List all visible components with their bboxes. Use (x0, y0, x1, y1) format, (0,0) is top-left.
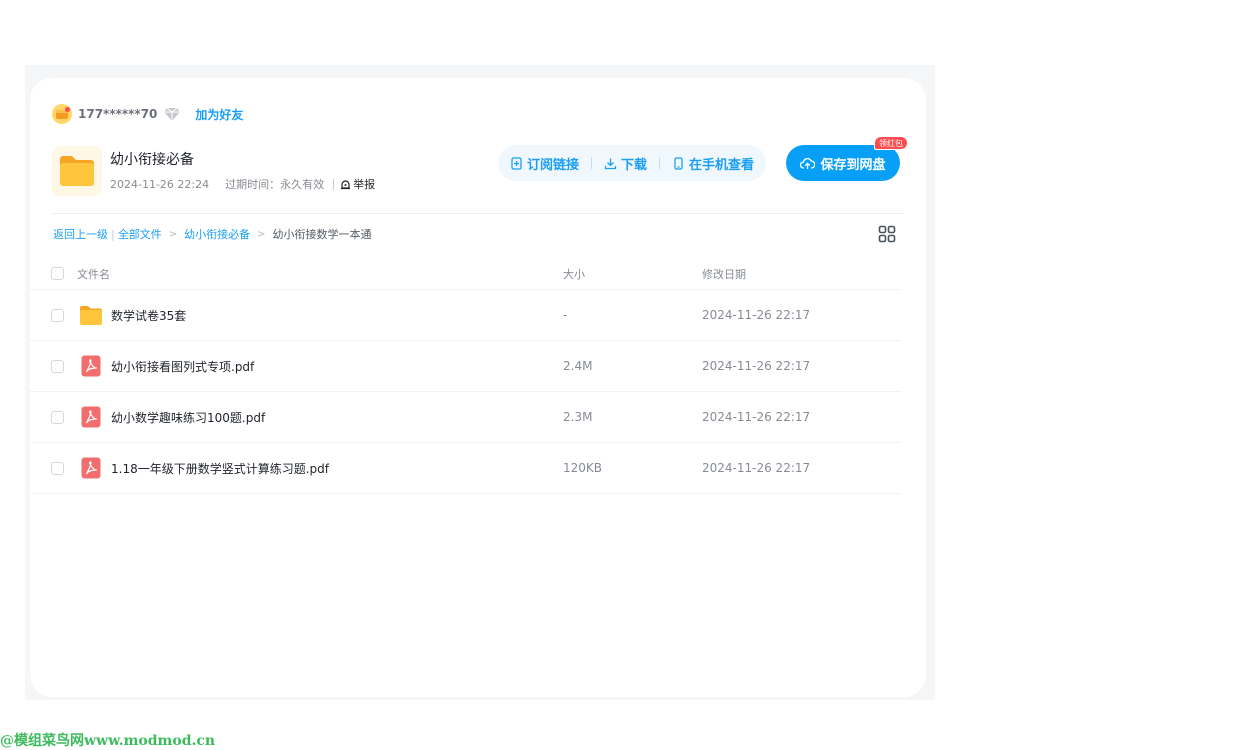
file-date: 2024-11-26 22:17 (702, 461, 811, 475)
alarm-icon (340, 179, 351, 190)
grid-view-icon[interactable] (878, 225, 896, 243)
file-date: 2024-11-26 22:17 (702, 410, 811, 424)
row-checkbox[interactable] (51, 410, 64, 424)
row-name-cell: 1.18一年级下册数学竖式计算练习题.pdf (77, 456, 563, 480)
row-check-cell (30, 359, 77, 373)
table-row[interactable]: 幼小数学趣味练习100题.pdf 2.3M 2024-11-26 22:17 (30, 392, 901, 443)
header-divider (52, 213, 904, 214)
view-on-phone-button[interactable]: 在手机查看 (672, 154, 754, 173)
chevron-right-icon: > (257, 228, 266, 240)
row-name-cell: 数学试卷35套 (77, 303, 563, 327)
row-checkbox[interactable] (51, 359, 64, 373)
subscribe-icon (510, 156, 523, 170)
pdf-icon (79, 456, 103, 480)
breadcrumb-current: 幼小衔接数学一本通 (272, 228, 372, 241)
file-size: 2.4M (563, 359, 593, 373)
row-name-cell: 幼小数学趣味练习100题.pdf (77, 405, 563, 429)
pdf-icon (79, 354, 103, 378)
table-row[interactable]: 数学试卷35套 - 2024-11-26 22:17 (30, 290, 901, 341)
share-card: 177******70 加为好友 幼小衔接必备 2024-11-26 22:24… (30, 78, 926, 697)
download-button[interactable]: 下载 (604, 154, 647, 173)
table-row[interactable]: 1.18一年级下册数学竖式计算练习题.pdf 120KB 2024-11-26 … (30, 443, 901, 494)
site-watermark: @模组菜鸟网www.modmod.cn (0, 733, 216, 749)
download-icon (604, 157, 617, 170)
share-info: 幼小衔接必备 2024-11-26 22:24 过期时间：永久有效 举报 (110, 150, 375, 192)
action-divider (591, 157, 593, 169)
add-friend-link[interactable]: 加为好友 (195, 106, 243, 123)
red-packet-badge[interactable]: 领红包 (874, 136, 908, 150)
save-to-drive-label: 保存到网盘 (820, 157, 886, 173)
table-header: 文件名 大小 修改日期 (30, 258, 901, 290)
sharer-name: 177******70 (78, 107, 158, 121)
folder-icon (79, 303, 103, 327)
file-size: 2.3M (563, 410, 593, 424)
file-name[interactable]: 1.18一年级下册数学竖式计算练习题.pdf (111, 460, 329, 477)
row-check-cell (30, 461, 77, 475)
file-size: 120KB (563, 461, 603, 475)
file-table: 文件名 大小 修改日期 数学试卷35套 - 2024-11-26 22:17 幼… (30, 258, 901, 494)
select-all-checkbox[interactable] (51, 267, 64, 280)
share-expire: 过期时间：永久有效 (225, 178, 325, 191)
share-title: 幼小衔接必备 (110, 152, 194, 168)
column-header-size[interactable]: 大小 (563, 266, 702, 282)
page-frame: 177******70 加为好友 幼小衔接必备 2024-11-26 22:24… (25, 65, 935, 700)
file-name[interactable]: 幼小数学趣味练习100题.pdf (111, 409, 265, 426)
report-label: 举报 (353, 178, 376, 191)
chevron-right-icon: > (168, 228, 178, 240)
phone-icon (672, 156, 685, 170)
avatar-icon[interactable] (52, 104, 72, 124)
pdf-icon (79, 405, 103, 429)
meta-divider (333, 178, 335, 190)
share-actions: 订阅链接 下载 在手机查看 (498, 145, 767, 181)
row-checkbox[interactable] (51, 461, 64, 475)
breadcrumb-all-files[interactable]: 全部文件 (118, 226, 162, 242)
sharer-info: 177******70 加为好友 (52, 104, 243, 124)
file-size: - (563, 308, 568, 322)
file-date: 2024-11-26 22:17 (702, 308, 811, 322)
share-created-time: 2024-11-26 22:24 (110, 177, 210, 191)
cloud-upload-icon (800, 157, 816, 170)
folder-icon (52, 146, 102, 196)
download-label: 下载 (621, 157, 648, 173)
breadcrumb-parent[interactable]: 幼小衔接必备 (184, 226, 250, 242)
subscribe-label: 订阅链接 (527, 157, 580, 173)
header-check-cell (30, 267, 77, 280)
column-header-date[interactable]: 修改日期 (702, 266, 901, 282)
row-checkbox[interactable] (51, 308, 64, 322)
column-header-name[interactable]: 文件名 (77, 266, 563, 282)
row-name-cell: 幼小衔接看图列式专项.pdf (77, 354, 563, 378)
report-button[interactable]: 举报 (340, 176, 375, 192)
breadcrumb: 返回上一级 | 全部文件 > 幼小衔接必备 > 幼小衔接数学一本通 (53, 226, 372, 242)
action-divider (659, 157, 661, 169)
file-name[interactable]: 数学试卷35套 (111, 307, 186, 324)
row-check-cell (30, 308, 77, 322)
view-on-phone-label: 在手机查看 (689, 157, 755, 173)
share-meta: 2024-11-26 22:24 过期时间：永久有效 举报 (110, 176, 375, 192)
share-header: 幼小衔接必备 2024-11-26 22:24 过期时间：永久有效 举报 (52, 146, 375, 196)
breadcrumb-back[interactable]: 返回上一级 (53, 226, 108, 242)
row-check-cell (30, 410, 77, 424)
file-name[interactable]: 幼小衔接看图列式专项.pdf (111, 358, 254, 375)
file-date: 2024-11-26 22:17 (702, 359, 811, 373)
breadcrumb-separator: | (111, 227, 115, 241)
diamond-icon (163, 106, 181, 122)
subscribe-button[interactable]: 订阅链接 (510, 154, 579, 173)
table-row[interactable]: 幼小衔接看图列式专项.pdf 2.4M 2024-11-26 22:17 (30, 341, 901, 392)
